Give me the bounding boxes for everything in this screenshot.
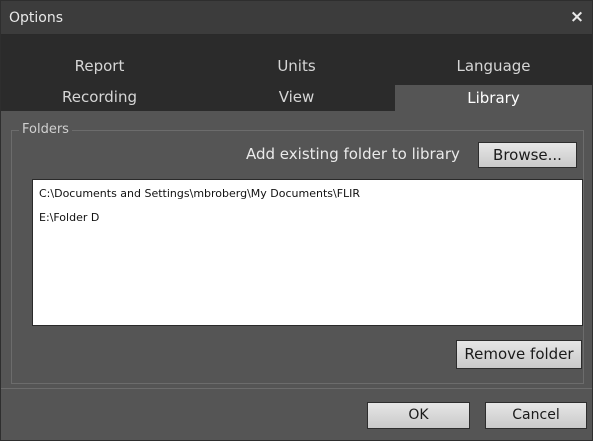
folders-group-label: Folders	[19, 122, 72, 137]
cancel-button[interactable]: Cancel	[485, 402, 587, 429]
dialog-footer: OK Cancel	[1, 388, 592, 440]
tab-report[interactable]: Report	[1, 54, 198, 78]
title-bar: Options ×	[1, 1, 592, 35]
folder-list[interactable]: C:\Documents and Settings\mbroberg\My Do…	[32, 179, 583, 326]
tab-library[interactable]: Library	[395, 85, 592, 111]
tab-strip: Report Units Language Recording View Lib…	[1, 35, 592, 111]
window-title: Options	[9, 10, 64, 26]
ok-button[interactable]: OK	[367, 402, 470, 429]
library-panel: Folders Add existing folder to library B…	[1, 111, 592, 388]
tab-language[interactable]: Language	[395, 54, 592, 78]
folder-list-item[interactable]: E:\Folder D	[39, 211, 99, 224]
add-folder-label: Add existing folder to library	[246, 145, 460, 163]
close-icon[interactable]: ×	[568, 7, 586, 27]
tab-units[interactable]: Units	[198, 54, 395, 78]
tab-recording[interactable]: Recording	[1, 85, 198, 111]
browse-button[interactable]: Browse...	[478, 142, 577, 168]
remove-folder-button[interactable]: Remove folder	[456, 340, 582, 369]
options-dialog: Options × Report Units Language Recordin…	[0, 0, 593, 441]
folder-list-item[interactable]: C:\Documents and Settings\mbroberg\My Do…	[39, 187, 360, 200]
tab-row-2: Recording View Library	[1, 85, 592, 111]
tab-row-1: Report Units Language	[1, 54, 592, 78]
tab-view[interactable]: View	[198, 85, 395, 111]
